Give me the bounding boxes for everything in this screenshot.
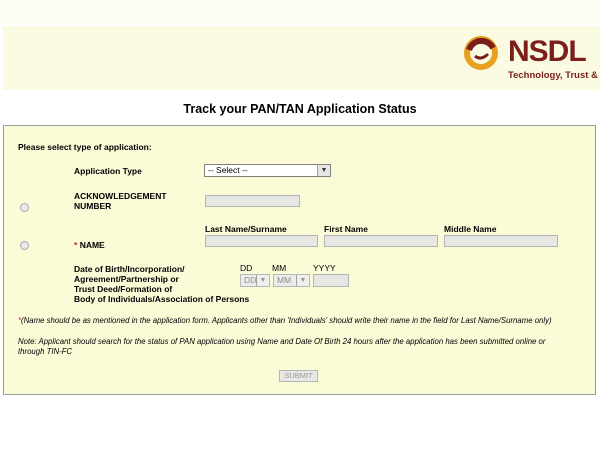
top-strip xyxy=(0,0,600,24)
required-marker: * xyxy=(74,240,78,250)
dob-day-value: DD xyxy=(244,275,257,285)
header-banner: NSDL Technology, Trust & Reach xyxy=(3,26,600,90)
dob-label-line1: Date of Birth/Incorporation/ xyxy=(74,264,185,274)
nsdl-logo-icon xyxy=(464,36,498,70)
submit-button[interactable]: SUBMIT xyxy=(279,370,318,382)
dob-label-line4: Body of Individuals/Association of Perso… xyxy=(74,294,250,304)
chevron-down-icon: ▼ xyxy=(296,275,309,286)
nsdl-logo[interactable]: NSDL Technology, Trust & Reach xyxy=(460,34,600,84)
name-label: * NAME xyxy=(74,240,105,250)
middle-name-header: Middle Name xyxy=(444,224,497,234)
dob-label-line3: Trust Deed/Formation of xyxy=(74,284,173,294)
middle-name-input[interactable] xyxy=(444,235,558,247)
name-note-body: (Name should be as mentioned in the appl… xyxy=(21,316,552,325)
name-note-text: *(Name should be as mentioned in the app… xyxy=(18,316,552,325)
info-note-line2: through TIN-FC xyxy=(18,347,73,356)
name-label-text: NAME xyxy=(79,240,105,250)
yyyy-header: YYYY xyxy=(313,263,336,273)
last-name-header: Last Name/Surname xyxy=(205,224,287,234)
info-note-line1: Note: Applicant should search for the st… xyxy=(18,337,546,346)
dob-day-select[interactable]: DD ▼ xyxy=(240,274,270,287)
page-title: Track your PAN/TAN Application Status xyxy=(183,102,417,116)
logo-wordmark: NSDL xyxy=(508,35,587,68)
acknowledgement-number-input[interactable] xyxy=(205,195,300,207)
logo-tagline: Technology, Trust & Reach xyxy=(508,70,600,81)
dd-header: DD xyxy=(240,263,253,273)
mm-header: MM xyxy=(272,263,287,273)
acknowledgement-label-line1: ACKNOWLEDGEMENT xyxy=(74,191,167,201)
application-type-select[interactable]: -- Select -- ▼ xyxy=(204,164,331,177)
name-radio[interactable] xyxy=(20,241,29,250)
last-name-input[interactable] xyxy=(205,235,318,247)
dob-month-value: MM xyxy=(277,275,292,285)
application-type-value: -- Select -- xyxy=(208,165,248,175)
name-note: *(Name should be as mentioned in the app… xyxy=(18,316,588,326)
first-name-header: First Name xyxy=(324,224,368,234)
chevron-down-icon: ▼ xyxy=(256,275,269,286)
application-type-label: Application Type xyxy=(74,166,142,176)
dob-month-select[interactable]: MM ▼ xyxy=(273,274,310,287)
dob-label-line2: Agreement/Partnership or xyxy=(74,274,179,284)
acknowledgement-radio[interactable] xyxy=(20,203,29,212)
first-name-input[interactable] xyxy=(324,235,438,247)
section-prompt: Please select type of application: xyxy=(18,142,152,152)
dob-year-input[interactable] xyxy=(313,274,349,287)
acknowledgement-label-line2: NUMBER xyxy=(74,201,112,211)
chevron-down-icon: ▼ xyxy=(317,165,330,176)
